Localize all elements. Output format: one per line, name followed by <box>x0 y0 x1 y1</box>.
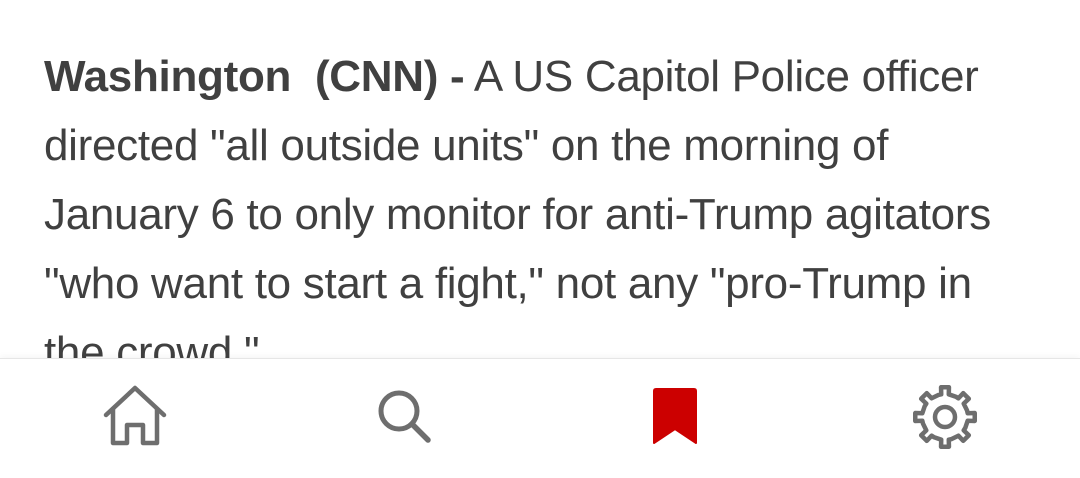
gear-icon <box>913 385 977 449</box>
nav-home-button[interactable] <box>0 359 270 478</box>
dateline: Washington (CNN) - <box>44 52 465 101</box>
article-content: Washington (CNN) - A US Capitol Police o… <box>0 0 1080 358</box>
nav-saved-button[interactable] <box>540 359 810 478</box>
bookmark-icon <box>653 388 697 444</box>
nav-search-button[interactable] <box>270 359 540 478</box>
search-icon <box>378 390 431 443</box>
bottom-navigation-bar <box>0 358 1080 478</box>
article-paragraph: Washington (CNN) - A US Capitol Police o… <box>44 42 1004 358</box>
nav-settings-button[interactable] <box>810 359 1080 478</box>
home-icon <box>103 385 167 446</box>
